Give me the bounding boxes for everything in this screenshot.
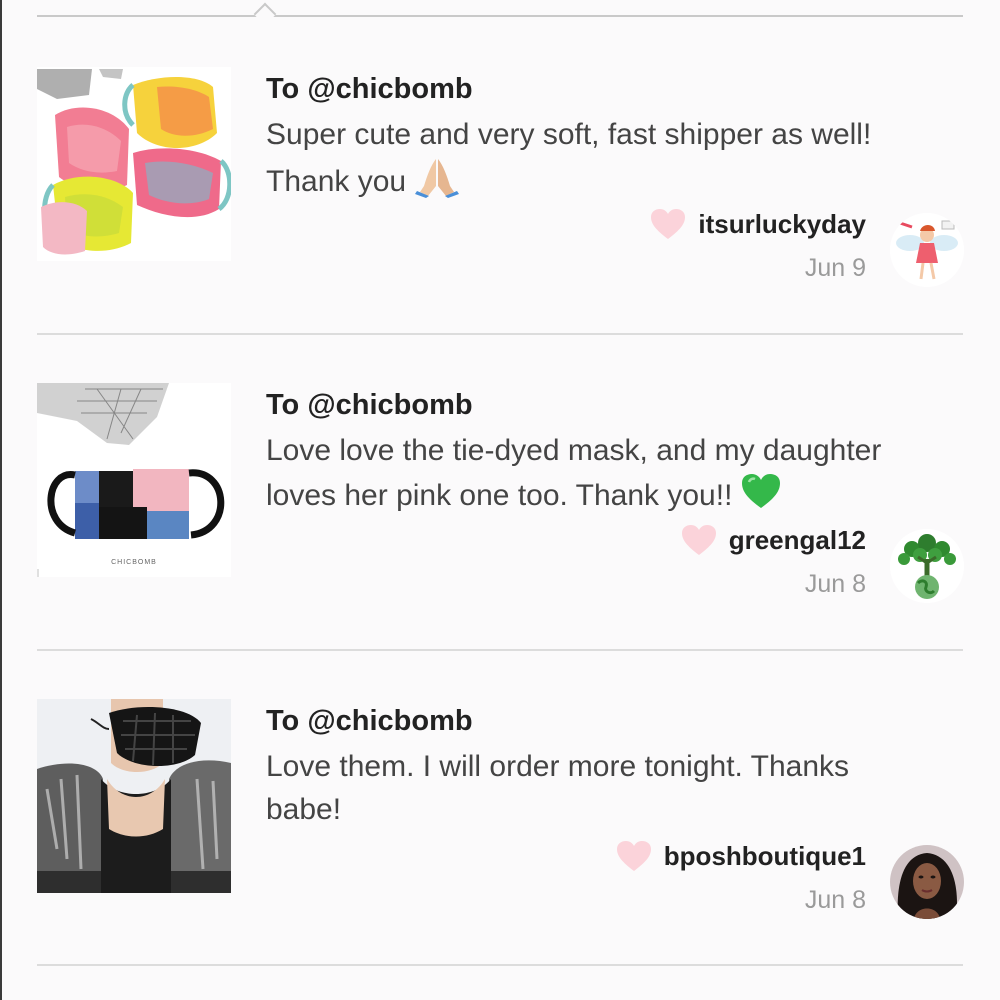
tree-globe-avatar-image xyxy=(890,529,964,603)
message-line: Thank you xyxy=(266,164,407,198)
reviewer-username[interactable]: greengal12 xyxy=(729,525,866,556)
heart-icon[interactable] xyxy=(650,208,686,240)
reviewer-avatar[interactable] xyxy=(890,845,964,919)
message-line-with-emoji: loves her pink one too. Thank you!! xyxy=(266,472,966,522)
heart-icon[interactable] xyxy=(616,840,652,872)
review-recipient[interactable]: To @chicbomb xyxy=(266,389,473,422)
message-line: loves her pink one too. Thank you!! xyxy=(266,478,733,512)
fairy-avatar-image xyxy=(890,213,964,287)
review-recipient[interactable]: To @chicbomb xyxy=(266,705,473,738)
reviewer-row: bposhboutique1 xyxy=(616,840,866,872)
bottom-divider xyxy=(37,964,963,966)
reviewer-username[interactable]: bposhboutique1 xyxy=(664,841,866,872)
review-recipient[interactable]: To @chicbomb xyxy=(266,73,473,106)
patchwork-mask-image xyxy=(37,383,231,577)
review-card: To @chicbomb Super cute and very soft, f… xyxy=(0,17,1000,333)
black-mask-model-image xyxy=(37,699,231,893)
tie-dye-masks-image xyxy=(37,67,231,261)
message-line: Super cute and very soft, fast shipper a… xyxy=(266,118,872,151)
product-image-caption: CHICBOMB xyxy=(111,559,157,566)
product-thumbnail[interactable] xyxy=(37,699,231,893)
review-date: Jun 9 xyxy=(804,254,866,282)
review-card: To @chicbomb Love them. I will order mor… xyxy=(0,649,1000,965)
reviewer-row: greengal12 xyxy=(681,524,866,556)
review-message: Love them. I will order more tonight. Th… xyxy=(266,745,966,831)
message-line: Love them. I will order more tonight. Th… xyxy=(266,750,850,783)
review-date: Jun 8 xyxy=(804,886,866,914)
message-line-with-emoji: Thank you xyxy=(266,156,966,210)
product-thumbnail[interactable]: CHICBOMB xyxy=(37,383,231,577)
review-divider xyxy=(37,649,963,651)
review-divider xyxy=(37,333,963,335)
reviewer-avatar[interactable] xyxy=(890,529,964,603)
review-date: Jun 8 xyxy=(804,570,866,598)
review-card: CHICBOMB To @chicbomb Love love the tie-… xyxy=(0,333,1000,649)
folded-hands-icon xyxy=(414,156,460,210)
review-message: Super cute and very soft, fast shipper a… xyxy=(266,113,966,210)
reviewer-avatar[interactable] xyxy=(890,213,964,287)
reviewer-row: itsurluckyday xyxy=(650,208,866,240)
review-message: Love love the tie-dyed mask, and my daug… xyxy=(266,429,966,522)
product-thumbnail[interactable] xyxy=(37,67,231,261)
message-line: Love love the tie-dyed mask, and my daug… xyxy=(266,434,882,467)
reviewer-username[interactable]: itsurluckyday xyxy=(698,209,866,240)
green-heart-icon xyxy=(740,472,782,522)
heart-icon[interactable] xyxy=(681,524,717,556)
message-line: babe! xyxy=(266,793,342,826)
woman-selfie-avatar-image xyxy=(890,845,964,919)
